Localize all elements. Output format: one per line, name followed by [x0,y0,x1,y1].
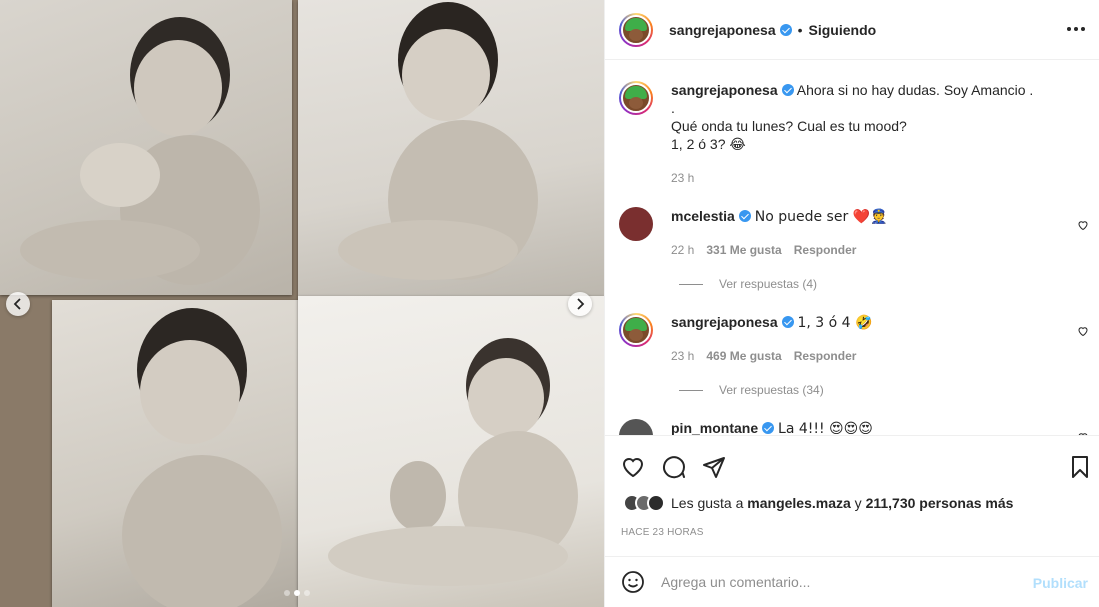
avatar[interactable] [619,207,653,241]
avatar[interactable] [619,419,653,435]
comment-input[interactable] [661,574,1001,590]
caption-line: Qué onda tu lunes? Cual es tu mood? [671,118,907,134]
next-photo-button[interactable] [568,292,592,316]
carousel-indicator [284,590,310,596]
view-replies-label: Ver respuestas (34) [719,383,824,397]
following-button[interactable]: Siguiendo [809,22,877,38]
avatar[interactable] [619,81,653,115]
verified-badge-icon [762,422,775,434]
previous-photo-button[interactable] [6,292,30,316]
likes-conj: y [854,495,862,511]
like-heart-icon[interactable] [621,455,645,479]
publish-button[interactable]: Publicar [1033,575,1088,591]
avatar [647,494,665,512]
baby-photo-3 [52,300,298,607]
comment-likes[interactable]: 469 Me gusta [706,349,781,363]
verified-badge-icon [738,210,751,222]
emoji-smile-icon[interactable] [621,570,645,594]
avatar[interactable] [619,313,653,347]
comment-text: La 4!!! 😍😍😍 [778,421,873,435]
comment-username[interactable]: sangrejaponesa [671,314,778,330]
comment-time[interactable]: 23 h [671,349,694,363]
save-bookmark-icon[interactable] [1068,455,1092,479]
comment-username[interactable]: pin_montane [671,420,758,435]
view-replies-label: Ver respuestas (4) [719,277,818,291]
comments-list[interactable]: sangrejaponesa Ahora si no hay dudas. So… [605,61,1099,435]
likes-summary: Les gusta a mangeles.maza y 211,730 pers… [623,494,1013,512]
more-options-icon[interactable] [1066,19,1086,39]
comment-bubble-icon[interactable] [662,455,686,479]
carousel-dot [284,590,290,596]
verified-badge-icon [781,316,794,328]
post-side-panel: sangrejaponesa • Siguiendo sangrejapones… [604,0,1099,607]
comment-text: 1, 3 ó 4 🤣 [797,315,873,331]
likes-prefix: Les gusta a [671,495,744,511]
add-comment-bar: Publicar [605,556,1099,607]
share-send-icon[interactable] [702,455,726,479]
liked-by-username[interactable]: mangeles.maza [747,495,851,511]
caption-time[interactable]: 23 h [671,171,694,185]
carousel-dot [304,590,310,596]
baby-photo-2 [298,0,604,296]
view-replies-button[interactable]: Ver respuestas (4) [679,277,817,291]
post-time[interactable]: HACE 23 HORAS [621,527,704,538]
view-replies-button[interactable]: Ver respuestas (34) [679,383,824,397]
chevron-left-icon [13,298,21,310]
reply-button[interactable]: Responder [794,349,857,363]
carousel-dot-active [294,590,300,596]
comment-text: No puede ser ❤️👮 [754,209,888,225]
comment-time[interactable]: 22 h [671,243,694,257]
comment-username[interactable]: mcelestia [671,208,735,224]
baby-photo-4 [298,296,604,607]
post-actions-bar [605,435,1099,493]
post-media[interactable] [0,0,604,607]
chevron-right-icon [577,298,585,310]
likes-count[interactable]: 211,730 personas más [866,495,1014,511]
like-comment-heart-icon[interactable] [1077,325,1089,337]
verified-badge-icon [779,23,792,36]
caption-line: Ahora si no hay dudas. Soy Amancio . [796,82,1034,98]
post-author-username[interactable]: sangrejaponesa [669,22,776,38]
like-comment-heart-icon[interactable] [1077,219,1089,231]
caption-username[interactable]: sangrejaponesa [671,82,778,98]
baby-photo-1 [0,0,292,295]
comment-likes[interactable]: 331 Me gusta [706,243,781,257]
avatar[interactable] [619,12,653,47]
verified-badge-icon [781,84,794,96]
post-header: sangrejaponesa • Siguiendo [605,0,1099,60]
separator: • [797,21,803,38]
caption-line: 1, 2 ó 3? 😂 [671,136,746,152]
reply-button[interactable]: Responder [794,243,857,257]
caption-line: . [671,100,675,116]
